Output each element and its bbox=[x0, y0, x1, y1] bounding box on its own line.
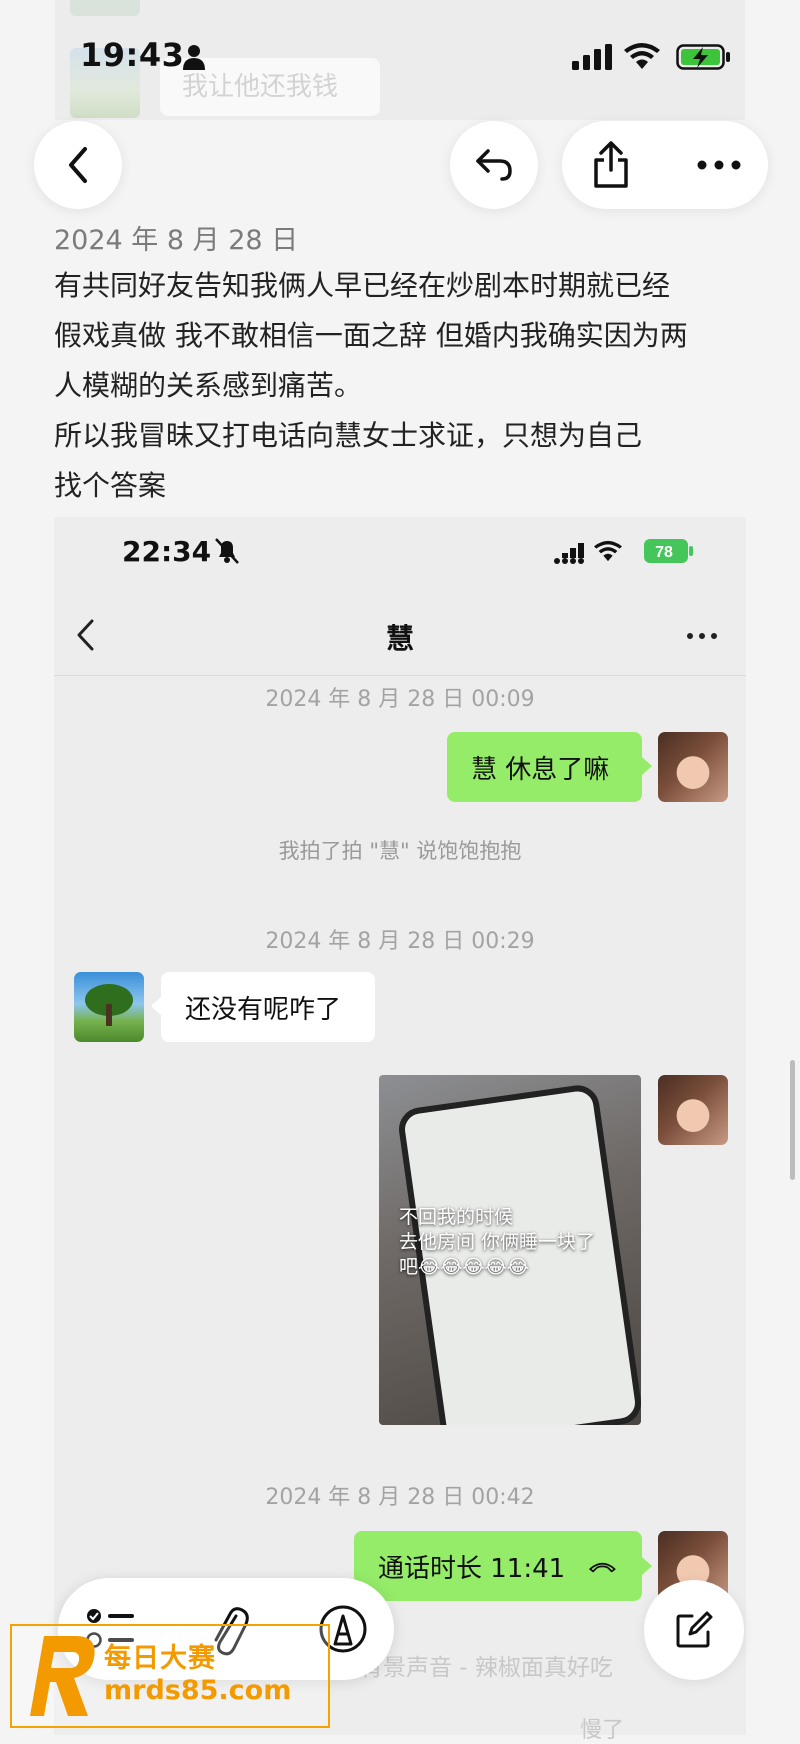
back-button[interactable] bbox=[34, 121, 122, 209]
my-avatar bbox=[658, 732, 728, 802]
chat-screenshot-image[interactable]: 22:34 78 慧 2024 年 8 月 28 日 00:09 慧 休息了嘛 … bbox=[54, 517, 746, 1735]
status-time: 19:43 bbox=[80, 36, 185, 74]
mute-bell-icon bbox=[215, 538, 239, 564]
message-bubble-me: 慧 休息了嘛 bbox=[447, 732, 642, 802]
post-text-line: 假戏真做 我不敢相信一面之辞 但婚内我确实因为两 bbox=[54, 319, 688, 352]
signal-icon bbox=[572, 44, 612, 70]
more-icon[interactable] bbox=[696, 156, 742, 174]
photo-message[interactable]: 不回我的时候 去他房间 你俩睡一块了 吧😂😂😂😂😂 bbox=[379, 1075, 641, 1425]
message-bubble-contact: 还没有呢咋了 bbox=[161, 972, 375, 1042]
photo-caption-line: 去他房间 你俩睡一块了 bbox=[399, 1231, 596, 1253]
wifi-icon bbox=[624, 43, 660, 69]
call-duration-bubble: 通话时长 11:41 bbox=[354, 1531, 642, 1601]
watermark-logo bbox=[30, 1636, 95, 1716]
screenshot-status-time: 22:34 bbox=[122, 535, 212, 568]
chevron-left-icon bbox=[69, 147, 87, 183]
battery-level: 78 bbox=[655, 544, 673, 561]
battery-charging-icon bbox=[676, 44, 730, 70]
post-text-line: 有共同好友告知我俩人早已经在炒剧本时期就已经 bbox=[54, 269, 671, 302]
reply-button[interactable] bbox=[450, 121, 538, 209]
scrollbar[interactable] bbox=[790, 1060, 795, 1180]
signal-icon bbox=[554, 543, 584, 564]
background-avatar bbox=[70, 0, 140, 16]
chat-header-divider bbox=[54, 675, 746, 676]
faded-caption: 背景声音 - 辣椒面真好吃 bbox=[360, 1655, 613, 1681]
chat-more-icon bbox=[687, 633, 717, 639]
my-avatar bbox=[658, 1075, 728, 1145]
tree-icon bbox=[85, 984, 133, 1026]
call-duration-text: 通话时长 11:41 bbox=[378, 1553, 566, 1584]
compose-button[interactable] bbox=[644, 1580, 744, 1680]
person-icon bbox=[183, 45, 205, 70]
reply-icon bbox=[476, 149, 512, 181]
watermark-text: 每日大赛 bbox=[104, 1643, 216, 1674]
photo-caption-line: 吧😂😂😂😂😂 bbox=[399, 1256, 530, 1278]
battery-icon: 78 bbox=[644, 539, 693, 563]
post-text-line: 所以我冒昧又打电话向慧女士求证，只想为自己 bbox=[54, 419, 643, 452]
bubble-tail bbox=[642, 757, 652, 775]
bubble-tail bbox=[151, 997, 161, 1015]
phone-hangup-icon bbox=[589, 1562, 616, 1573]
post-text-line: 人模糊的关系感到痛苦。 bbox=[54, 369, 363, 402]
system-message: 我拍了拍 "慧" 说饱饱抱抱 bbox=[278, 839, 522, 863]
photo-caption: 不回我的时候 去他房间 你俩睡一块了 吧😂😂😂😂😂 bbox=[399, 1205, 595, 1280]
chat-timestamp: 2024 年 8 月 28 日 00:29 bbox=[265, 929, 535, 954]
chat-timestamp: 2024 年 8 月 28 日 00:42 bbox=[265, 1485, 535, 1510]
chat-timestamp: 2024 年 8 月 28 日 00:09 bbox=[265, 687, 535, 712]
share-icon[interactable] bbox=[588, 140, 634, 190]
photo-caption-line: 不回我的时候 bbox=[399, 1206, 514, 1228]
chat-contact-name: 慧 bbox=[385, 622, 414, 655]
wifi-icon bbox=[594, 540, 622, 562]
post-date: 2024 年 8 月 28 日 bbox=[54, 225, 299, 256]
post-text-line: 找个答案 bbox=[54, 469, 167, 502]
faded-caption: 慢了 bbox=[580, 1718, 625, 1743]
bubble-tail bbox=[642, 1557, 652, 1575]
watermark-url: mrds85.com bbox=[104, 1675, 292, 1706]
contact-avatar bbox=[74, 972, 144, 1042]
compose-icon bbox=[676, 1611, 713, 1648]
